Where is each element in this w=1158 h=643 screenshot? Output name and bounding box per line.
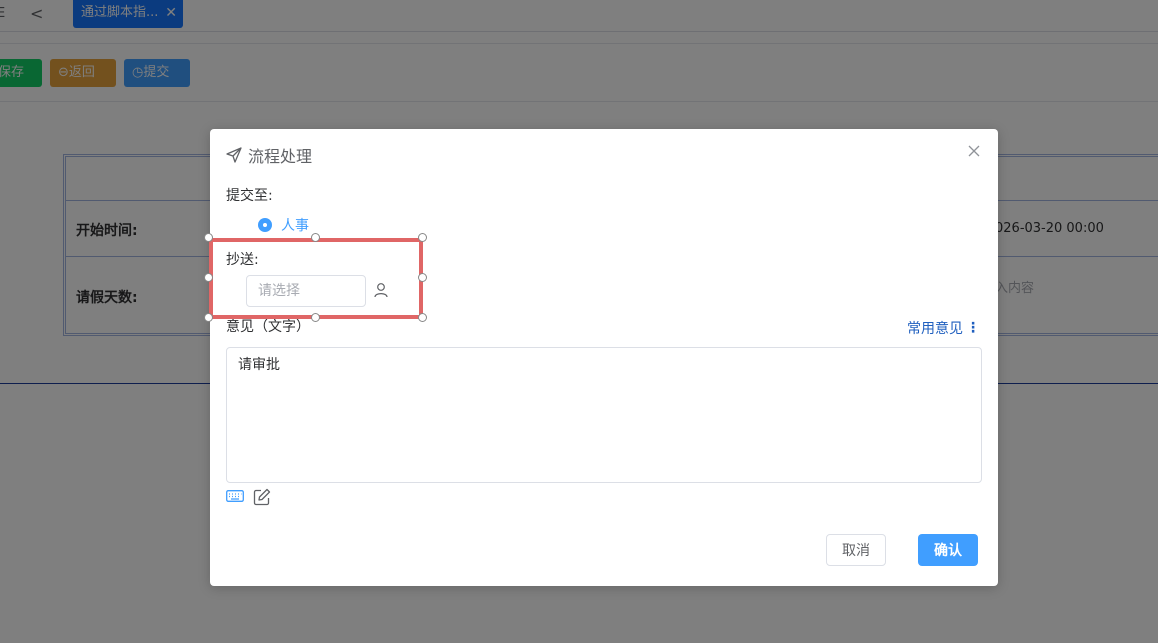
common-opinions-label: 常用意见: [907, 321, 963, 337]
cancel-button[interactable]: 取消: [826, 534, 886, 566]
opinion-label: 意见（文字）: [226, 319, 310, 335]
selection-highlight-box: [209, 238, 423, 319]
resize-handle[interactable]: [418, 273, 427, 282]
radio-hr[interactable]: 人事: [258, 215, 309, 235]
dialog-title: 流程处理: [226, 143, 312, 167]
confirm-button[interactable]: 确认: [918, 534, 978, 566]
resize-handle[interactable]: [418, 313, 427, 322]
radio-selected-icon: [258, 218, 272, 232]
radio-hr-label: 人事: [281, 218, 309, 234]
resize-handle[interactable]: [311, 313, 320, 322]
resize-handle[interactable]: [311, 233, 320, 242]
opinion-textarea[interactable]: 请审批: [226, 347, 982, 483]
send-icon: [226, 147, 242, 163]
more-vertical-icon: ⋮: [966, 320, 980, 336]
edit-icon[interactable]: [253, 488, 271, 506]
dialog-title-text: 流程处理: [248, 147, 313, 166]
keyboard-icon[interactable]: [226, 490, 244, 502]
submit-to-label: 提交至:: [226, 188, 273, 204]
close-icon[interactable]: [964, 141, 984, 161]
resize-handle[interactable]: [204, 313, 213, 322]
process-dialog: 流程处理 提交至: 人事 抄送: 意见（文字） 常用意见 ⋮ 请审批 取消 确认: [210, 129, 998, 586]
resize-handle[interactable]: [418, 233, 427, 242]
resize-handle[interactable]: [204, 233, 213, 242]
resize-handle[interactable]: [204, 273, 213, 282]
common-opinions-link[interactable]: 常用意见 ⋮: [907, 318, 980, 338]
